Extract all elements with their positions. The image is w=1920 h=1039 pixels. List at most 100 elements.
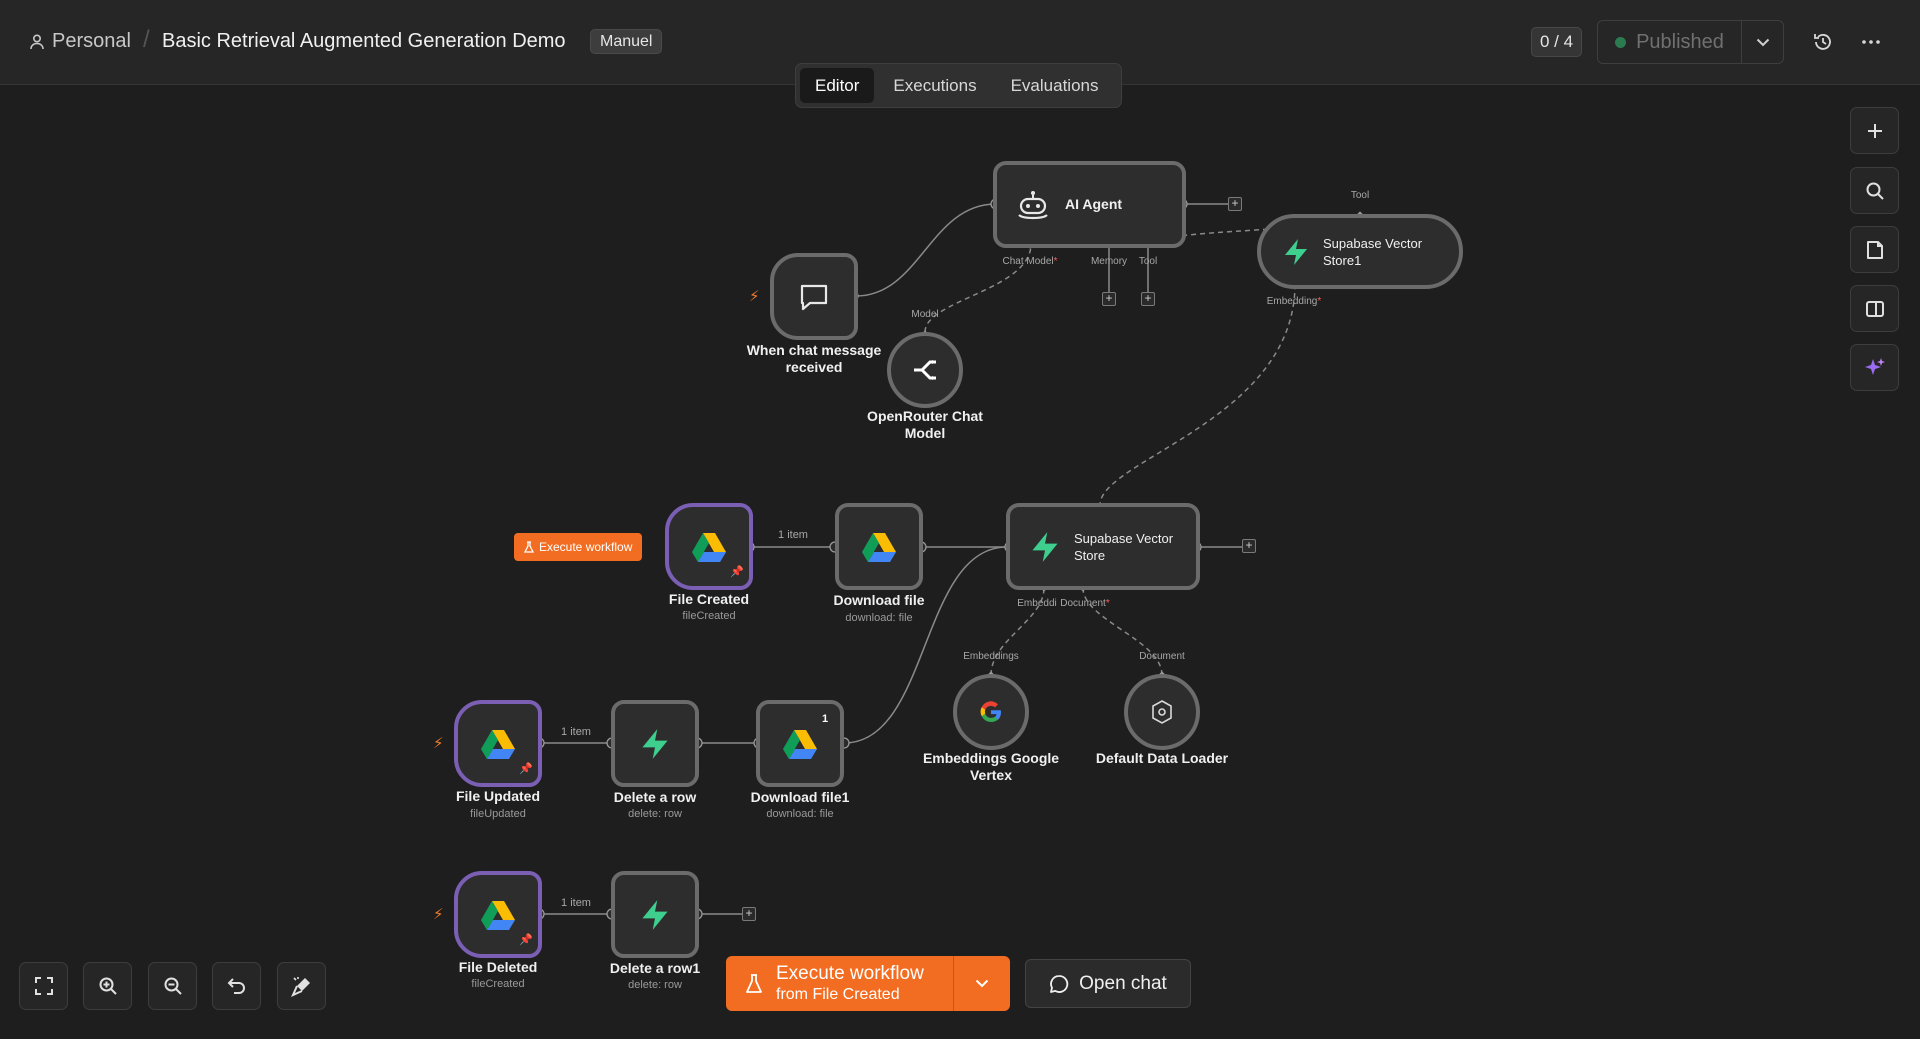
undo-button[interactable] (212, 962, 261, 1010)
fit-view-icon (34, 977, 53, 995)
execute-workflow-badge[interactable]: Execute workflow (514, 533, 643, 561)
tidy-up-icon (290, 977, 310, 997)
chat-bubble-icon (800, 284, 828, 310)
node-download-file-label: Download file (833, 592, 925, 608)
handle-store-document-label: Document* (1060, 598, 1110, 609)
ai-assistant-button[interactable] (1850, 344, 1899, 391)
tab-editor[interactable]: Editor (800, 68, 875, 103)
pinned-data-icon: 📌 (519, 934, 533, 946)
open-chat-label: Open chat (1079, 972, 1167, 994)
node-ai-agent[interactable]: AI Agent (993, 161, 1186, 248)
node-ai-agent-label: AI Agent (1065, 196, 1123, 212)
handle-tool-label: Tool (1138, 256, 1158, 267)
node-file-updated-label: File Updated (455, 788, 541, 804)
trigger-bolt-icon: ⚡ (749, 288, 760, 305)
node-default-data-loader[interactable] (1124, 674, 1200, 750)
google-drive-icon (692, 532, 726, 562)
node-download-file1-label: Download file1 (750, 789, 850, 805)
execute-workflow-control: Execute workflow from File Created (726, 956, 1010, 1011)
handle-chat-model-label: Chat Model* (1002, 256, 1058, 267)
execute-workflow-sublabel: from File Created (776, 985, 900, 1003)
node-embeddings-google-vertex[interactable] (953, 674, 1029, 750)
workflow-connections (533, 198, 1366, 920)
handle-store-embedding-label: Embeddi (1017, 598, 1057, 609)
handle-model-label: Model (911, 309, 939, 320)
execute-workflow-label: Execute workflow (776, 962, 924, 984)
add-tool-button[interactable]: + (1141, 292, 1155, 306)
search-icon (1866, 182, 1884, 200)
supabase-icon (1285, 238, 1307, 265)
add-node-after-delete1-button[interactable]: + (742, 907, 756, 921)
node-embeddings-label: Embeddings Google Vertex (922, 750, 1060, 783)
search-nodes-button[interactable] (1850, 167, 1899, 214)
flask-icon (524, 541, 534, 553)
node-delete-row1-label: Delete a row1 (609, 960, 701, 976)
supabase-icon (1032, 531, 1058, 562)
tidy-up-button[interactable] (277, 962, 326, 1010)
panel-icon (1865, 300, 1884, 317)
add-sticky-note-button[interactable] (1850, 226, 1899, 273)
trigger-bolt-icon: ⚡ (433, 735, 444, 752)
node-data-loader-label: Default Data Loader (1095, 750, 1229, 766)
toggle-panel-button[interactable] (1850, 285, 1899, 332)
undo-icon (227, 978, 245, 994)
google-drive-icon (481, 900, 515, 930)
node-delete-row1[interactable] (611, 871, 699, 958)
zoom-in-button[interactable] (83, 962, 132, 1010)
node-file-created-label: File Created (668, 591, 750, 607)
node-download-file1[interactable] (756, 700, 844, 787)
node-delete-row[interactable] (611, 700, 699, 787)
node-openrouter-label: OpenRouter Chat Model (867, 408, 983, 441)
handle-document-label: Document (1139, 651, 1185, 662)
node-download-file-sub: download: file (845, 612, 913, 624)
node-delete-row-label: Delete a row (613, 789, 697, 805)
view-tabs: Editor Executions Evaluations (795, 63, 1122, 108)
node-supabase-vector-store[interactable]: Supabase Vector Store (1006, 503, 1200, 590)
trigger-bolt-icon: ⚡ (433, 906, 444, 923)
node-store1-label: Supabase Vector Store1 (1323, 235, 1423, 268)
ai-sparkle-icon (1864, 357, 1885, 375)
supabase-icon (642, 899, 668, 930)
chevron-down-icon (975, 979, 989, 988)
node-chat-trigger-label: When chat message received (746, 342, 882, 375)
node-file-updated-sub: fileUpdated (470, 808, 526, 820)
edge-label-items: 1 item (778, 529, 808, 541)
node-delete-row-sub: delete: row (628, 808, 682, 820)
tab-executions[interactable]: Executions (878, 68, 991, 103)
handle-store1-tool-label: Tool (1350, 190, 1370, 201)
add-node-after-store-button[interactable]: + (1242, 539, 1256, 553)
open-chat-button[interactable]: Open chat (1025, 959, 1191, 1008)
google-drive-icon (862, 532, 896, 562)
handle-store1-embedding-label: Embedding* (1266, 296, 1322, 307)
robot-icon (1018, 190, 1048, 219)
fit-view-button[interactable] (19, 962, 68, 1010)
node-file-created-sub: fileCreated (682, 610, 736, 622)
add-node-after-agent-button[interactable]: + (1228, 197, 1242, 211)
google-drive-icon (783, 729, 817, 759)
zoom-in-icon (99, 977, 117, 995)
sticky-note-icon (1866, 240, 1883, 259)
execute-workflow-button[interactable]: Execute workflow from File Created (726, 956, 954, 1011)
supabase-icon (642, 728, 668, 759)
add-node-button[interactable] (1850, 107, 1899, 154)
edge-chat-to-agent (855, 203, 997, 297)
node-openrouter-chat-model[interactable] (887, 332, 963, 408)
zoom-out-button[interactable] (148, 962, 197, 1010)
run-count-badge: 1 (822, 713, 829, 725)
data-loader-icon (1152, 700, 1172, 724)
add-memory-button[interactable]: + (1102, 292, 1116, 306)
node-chat-trigger[interactable] (770, 253, 858, 340)
flask-icon (746, 973, 762, 993)
node-file-deleted-label: File Deleted (458, 959, 538, 975)
handle-embeddings-label: Embeddings (963, 651, 1019, 662)
tab-evaluations[interactable]: Evaluations (996, 68, 1114, 103)
edge-label-items: 1 item (561, 897, 591, 909)
node-download-file[interactable] (835, 503, 923, 590)
node-download-file1-sub: download: file (766, 808, 834, 820)
edge-embedding-store1 (1099, 283, 1296, 506)
pinned-data-icon: 📌 (519, 763, 533, 775)
openrouter-icon (914, 360, 936, 380)
plus-icon (1867, 123, 1882, 138)
node-supabase-vector-store1[interactable]: Supabase Vector Store1 (1257, 214, 1463, 289)
execute-trigger-dropdown[interactable] (954, 956, 1010, 1011)
